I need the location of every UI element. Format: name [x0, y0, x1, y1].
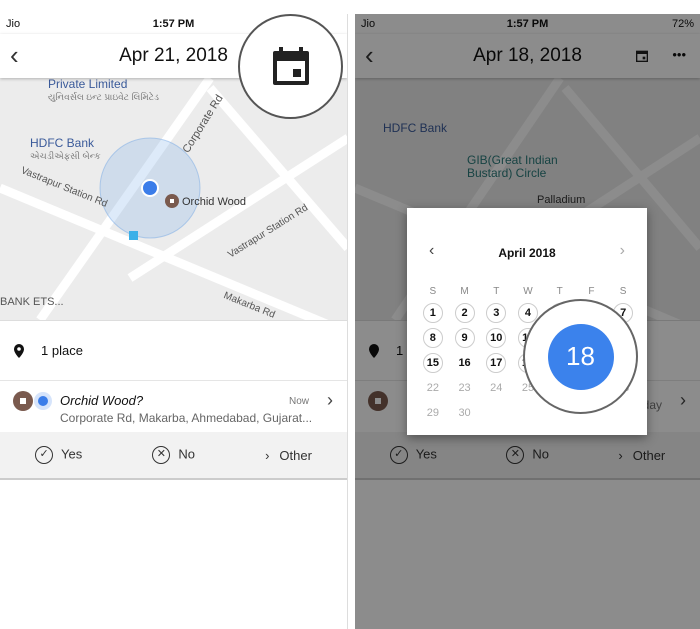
weekday-label: S: [619, 285, 627, 297]
poi-hdfc-bank[interactable]: HDFC Bank એચડીએફસી બેન્ક: [30, 137, 101, 163]
places-summary: 1 place: [0, 320, 347, 380]
day-30: 30: [458, 406, 471, 419]
chevron-right-icon[interactable]: ›: [327, 390, 333, 411]
weekday-label: T: [556, 285, 563, 297]
poi-bank[interactable]: BANK ETS...: [0, 296, 64, 308]
place-item[interactable]: Orchid Wood? Corporate Rd, Makarba, Ahme…: [0, 380, 347, 432]
check-icon: ✓: [35, 446, 54, 464]
place-address: Corporate Rd, Makarba, Ahmedabad, Gujara…: [60, 411, 313, 425]
day-17[interactable]: 17: [480, 352, 512, 373]
no-button[interactable]: ✕ No: [152, 446, 195, 464]
places-count: 1 place: [41, 343, 83, 358]
other-button[interactable]: › Other: [265, 448, 312, 463]
poi-orchid-wood[interactable]: Orchid Wood: [182, 196, 246, 208]
day-9[interactable]: 9: [449, 327, 481, 348]
day-23: 23: [458, 381, 471, 394]
day-10[interactable]: 10: [480, 327, 512, 348]
day-22: 22: [426, 381, 439, 394]
calendar-icon: [272, 46, 309, 85]
weekday-label: W: [523, 285, 533, 297]
weekday-label: F: [588, 285, 595, 297]
place-name: Orchid Wood?: [60, 393, 144, 408]
calendar-button-magnified[interactable]: [238, 14, 343, 119]
day-1[interactable]: 1: [417, 302, 449, 323]
left-screen: Jio 1:57 PM ‹ Apr 21, 2018 Private Limit…: [0, 14, 348, 629]
close-icon: ✕: [152, 446, 171, 464]
location-dot-icon: [34, 392, 52, 410]
weekday-label: T: [493, 285, 500, 297]
yes-button[interactable]: ✓ Yes: [35, 446, 82, 464]
selected-day-magnifier: 18: [523, 299, 638, 414]
pin-icon: [14, 343, 24, 358]
chevron-right-icon: ›: [265, 447, 270, 463]
next-month-button[interactable]: ›: [620, 242, 625, 260]
day-2[interactable]: 2: [449, 302, 481, 323]
day-8[interactable]: 8: [417, 327, 449, 348]
weekday-label: S: [429, 285, 437, 297]
place-icon: [13, 391, 33, 411]
right-screen: Jio 1:57 PM 72% ‹ Apr 18, 2018 ••• HDFC …: [355, 14, 700, 629]
selected-day[interactable]: 18: [547, 323, 614, 390]
day-3[interactable]: 3: [480, 302, 512, 323]
date-picker-dialog: ‹ April 2018 › SMTWTFS123456789101112131…: [407, 208, 647, 435]
day-24: 24: [490, 381, 503, 394]
day-15[interactable]: 15: [417, 352, 449, 373]
day-29: 29: [426, 406, 439, 419]
month-title: April 2018: [498, 246, 556, 260]
weekday-label: M: [460, 285, 469, 297]
day-16[interactable]: 16: [449, 352, 481, 373]
place-time: Now: [288, 396, 309, 407]
action-bar: ✓ Yes ✕ No › Other: [0, 432, 347, 480]
poi-private-limited[interactable]: Private Limited યુનિવર્સલ ઇન્ટ પ્રાઇવેટ લ…: [48, 78, 159, 104]
